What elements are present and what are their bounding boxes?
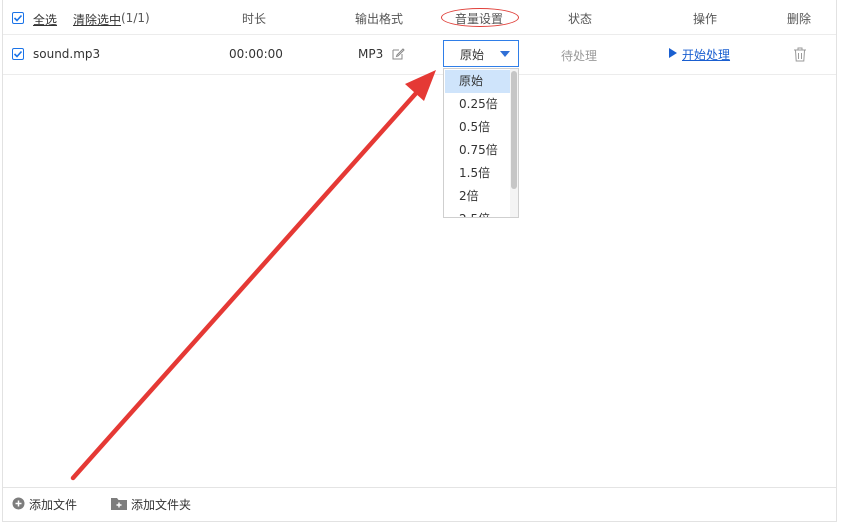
- col-header-duration: 时长: [242, 12, 267, 26]
- dropdown-scrollbar[interactable]: [510, 69, 518, 217]
- file-name: sound.mp3: [33, 47, 101, 61]
- row-divider: [3, 74, 836, 75]
- row-status: 待处理: [561, 49, 598, 63]
- select-all-checkbox[interactable]: [12, 12, 24, 24]
- volume-select-value: 原始: [460, 48, 485, 62]
- add-folder-button[interactable]: 添加文件夹: [131, 496, 191, 513]
- play-icon[interactable]: [669, 48, 677, 58]
- edit-icon[interactable]: [392, 47, 405, 60]
- annotation-ellipse: [441, 8, 519, 27]
- check-icon: [13, 50, 23, 58]
- dropdown-option[interactable]: 原始: [445, 70, 511, 93]
- add-circle-icon[interactable]: [12, 497, 25, 510]
- col-header-status: 状态: [568, 12, 593, 26]
- trash-icon[interactable]: [793, 47, 807, 62]
- volume-select[interactable]: 原始: [443, 40, 519, 67]
- file-duration: 00:00:00: [229, 47, 283, 61]
- col-header-delete: 删除: [787, 12, 812, 26]
- row-checkbox[interactable]: [12, 48, 24, 60]
- header-divider: [3, 34, 836, 35]
- caret-down-icon: [500, 51, 510, 57]
- add-folder-icon[interactable]: [111, 497, 127, 510]
- add-file-button[interactable]: 添加文件: [29, 496, 77, 513]
- start-process-link[interactable]: 开始处理: [682, 46, 730, 63]
- dropdown-option[interactable]: 0.25倍: [445, 93, 511, 116]
- clear-selection-link[interactable]: 清除选中: [73, 11, 121, 28]
- col-header-action: 操作: [693, 12, 718, 26]
- dropdown-option[interactable]: 2倍: [445, 185, 511, 208]
- selection-count: (1/1): [121, 11, 150, 25]
- volume-dropdown[interactable]: 原始 0.25倍 0.5倍 0.75倍 1.5倍 2倍 2.5倍: [443, 68, 519, 218]
- check-icon: [13, 14, 23, 22]
- footer-divider: [3, 487, 836, 488]
- dropdown-option[interactable]: 0.75倍: [445, 139, 511, 162]
- dropdown-option[interactable]: 2.5倍: [445, 208, 511, 217]
- dropdown-scrollbar-thumb[interactable]: [511, 71, 517, 189]
- file-list-panel: 全选 清除选中 (1/1) 时长 输出格式 音量设置 状态 操作 删除 soun…: [2, 0, 837, 522]
- select-all-label[interactable]: 全选: [33, 11, 57, 28]
- dropdown-option[interactable]: 0.5倍: [445, 116, 511, 139]
- col-header-format: 输出格式: [355, 12, 404, 26]
- output-format: MP3: [358, 47, 384, 61]
- dropdown-option[interactable]: 1.5倍: [445, 162, 511, 185]
